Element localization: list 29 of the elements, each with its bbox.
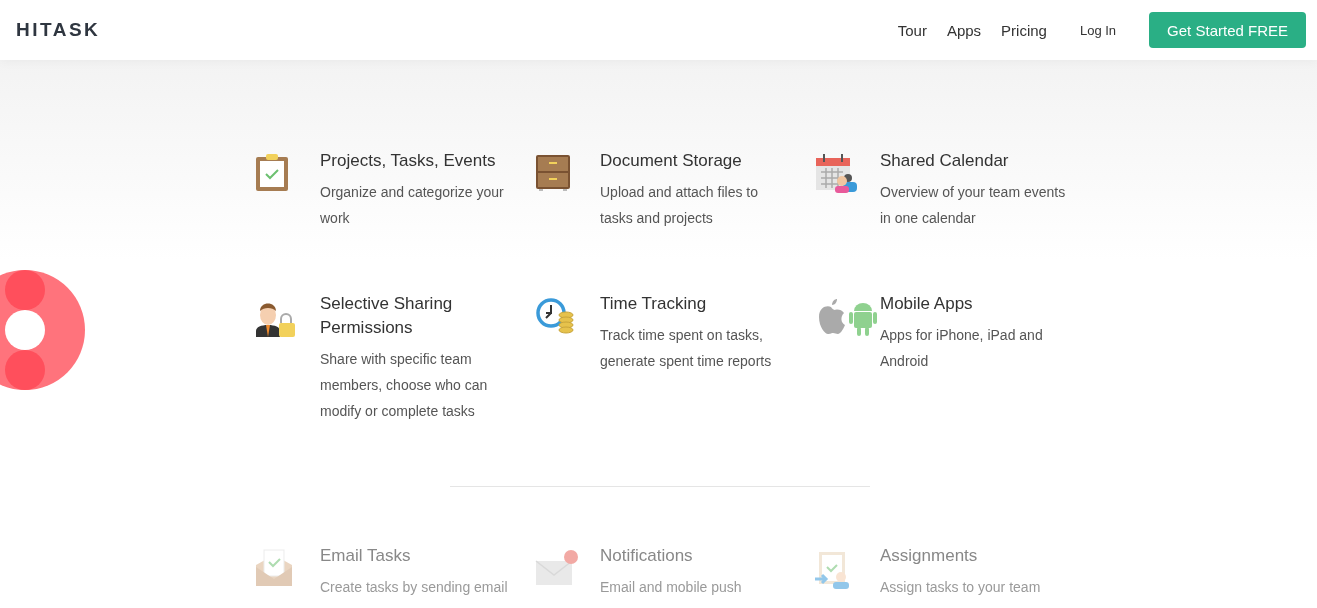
feature-title: Time Tracking [600, 293, 708, 315]
feature-description: Upload and attach files to tasks and projects [600, 183, 759, 228]
feature-title: Document Storage [600, 150, 743, 172]
calendar-people-icon [815, 154, 857, 194]
feature-description: Email and mobile push [600, 578, 743, 597]
feature-title: Assignments [880, 545, 979, 567]
feature-title: Email Tasks [320, 545, 412, 567]
feature-description: Apps for iPhone, iPad and Android [880, 326, 1044, 371]
feature-description: Organize and categorize your work [320, 183, 505, 228]
feature-description: Create tasks by sending email [320, 578, 509, 597]
feature-title: Projects, Tasks, Events [320, 150, 497, 172]
feature-title: Notifications [600, 545, 694, 567]
logo[interactable]: HITASK [16, 19, 101, 41]
nav-link[interactable]: Pricing [1001, 21, 1047, 39]
drawer-cabinet-icon [535, 154, 571, 192]
envelope-check-icon [255, 549, 293, 587]
feature-title: Mobile Apps [880, 293, 974, 315]
feature-description: Share with specific team members, choose who can modify or complete tasks [320, 350, 489, 421]
nav-link[interactable]: Tour [897, 21, 927, 39]
feature-title: Shared Calendar [880, 150, 1010, 172]
envelope-dot-icon [535, 549, 579, 587]
feature-title: Selective Sharing Permissions [320, 293, 454, 339]
login-link[interactable]: Log In [1079, 22, 1117, 38]
nav-link[interactable]: Apps [946, 21, 982, 39]
clock-coins-icon [535, 297, 575, 335]
feature-description: Track time spent on tasks, generate spent time reports [600, 326, 773, 371]
feature-description: Overview of your team events in one calendar [880, 183, 1067, 228]
clipboard-icon [255, 154, 289, 192]
feature-description: Assign tasks to your team [880, 578, 1042, 597]
